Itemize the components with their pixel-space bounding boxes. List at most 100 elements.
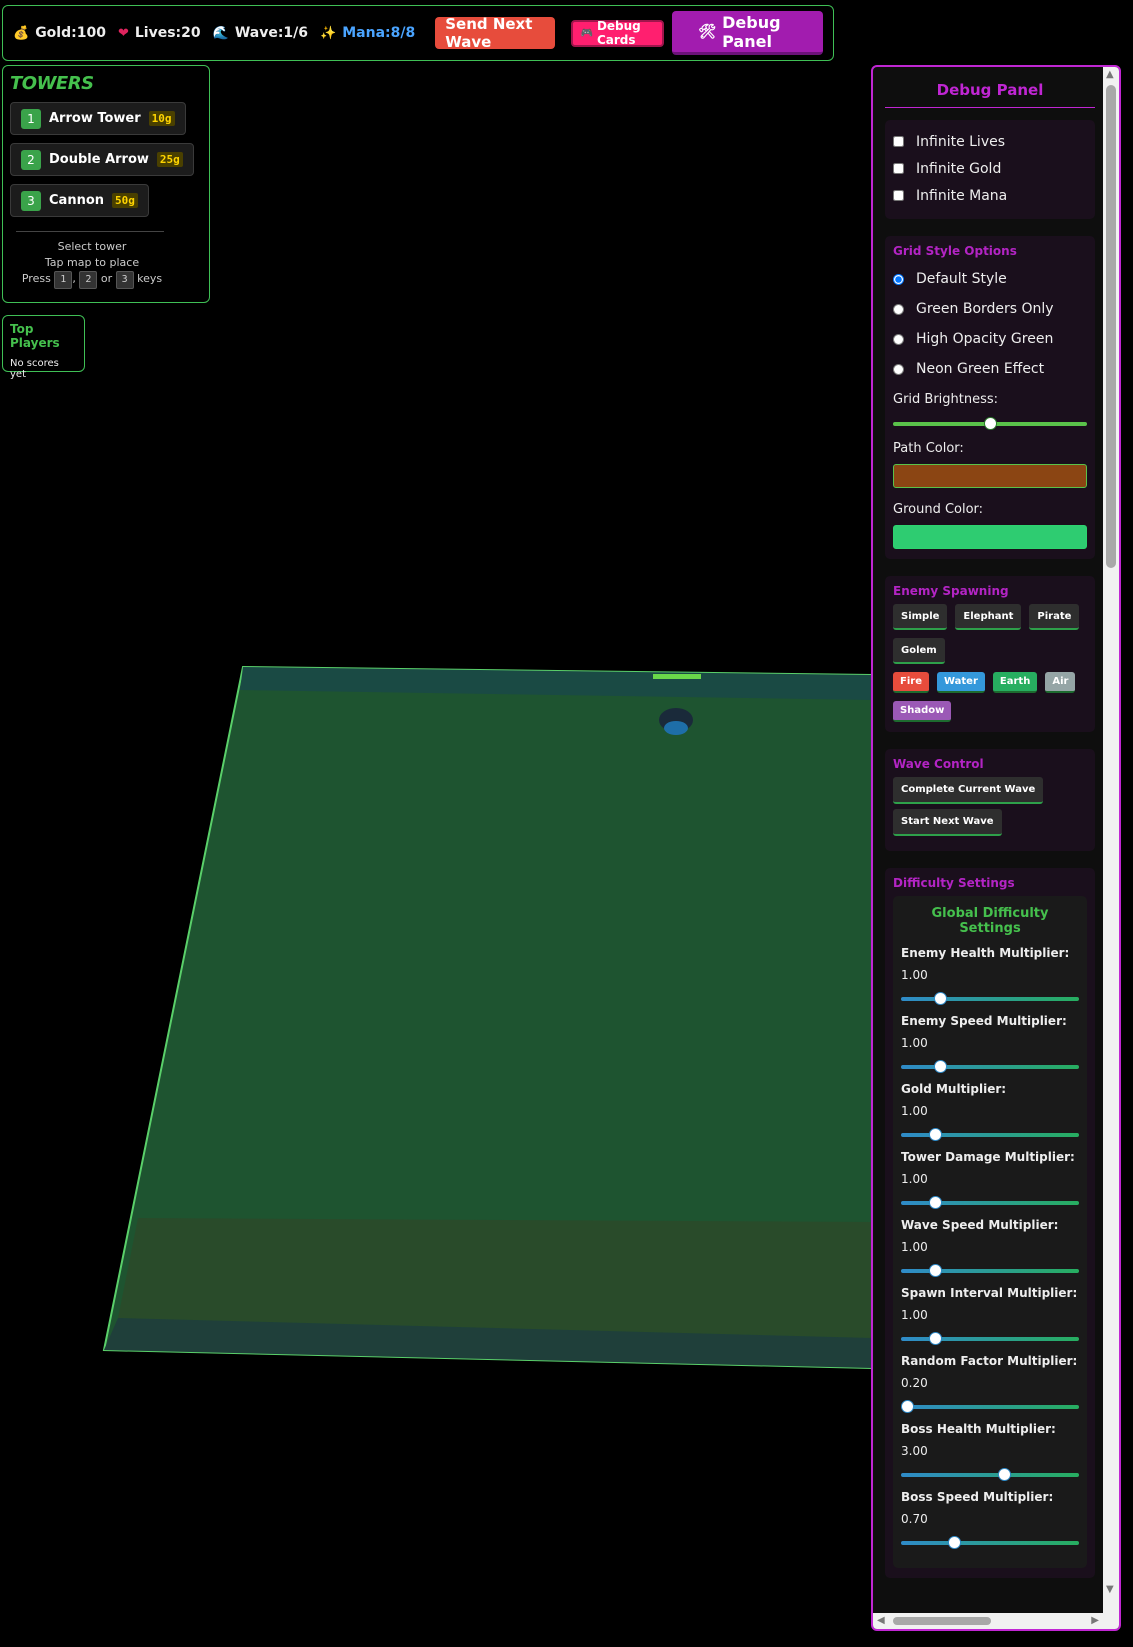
scroll-right-icon[interactable]: ▶: [1091, 1615, 1099, 1626]
slider-thumb[interactable]: [998, 1468, 1012, 1481]
enemy-unit: [659, 708, 693, 732]
radio-label: Default Style: [916, 271, 1007, 287]
grid-style-green-borders-radio[interactable]: Green Borders Only: [893, 294, 1087, 324]
slider-thumb[interactable]: [928, 1196, 942, 1209]
slider-thumb[interactable]: [928, 1128, 942, 1141]
multiplier-row: Enemy Health Multiplier: 1.00: [901, 946, 1079, 1008]
sparkle-icon: ✨: [320, 25, 337, 41]
scroll-down-icon[interactable]: ▼: [1106, 1584, 1114, 1595]
checkbox-label: Infinite Lives: [916, 133, 1006, 150]
start-next-wave-button[interactable]: Start Next Wave: [893, 809, 1002, 836]
debug-panel-button[interactable]: 🛠 Debug Panel: [672, 11, 823, 55]
kbd-key: 1: [54, 271, 73, 289]
help-press: Press: [21, 272, 51, 285]
multiplier-value: 1.00: [901, 1104, 928, 1118]
slider-thumb[interactable]: [934, 992, 948, 1005]
scrollbar-thumb[interactable]: [1106, 85, 1116, 568]
grid-style-default-radio[interactable]: Default Style: [893, 264, 1087, 294]
debug-cards-label: Debug Cards: [596, 19, 641, 47]
path-color-picker[interactable]: [893, 464, 1087, 488]
slider-thumb[interactable]: [901, 1400, 914, 1413]
towers-panel: TOWERS 1 Arrow Tower 10g 2 Double Arrow …: [2, 65, 210, 303]
multiplier-label: Wave Speed Multiplier:: [901, 1218, 1059, 1232]
path-strip-bottom: [118, 1218, 872, 1338]
slider-thumb[interactable]: [948, 1536, 962, 1549]
help-keys-word: keys: [137, 272, 163, 285]
slider-track: [901, 1541, 1079, 1545]
slider-thumb[interactable]: [984, 417, 997, 430]
infinite-lives-checkbox[interactable]: Infinite Lives: [893, 128, 1087, 155]
grid-style-high-opacity-radio[interactable]: High Opacity Green: [893, 324, 1087, 354]
spawn-elephant-button[interactable]: Elephant: [955, 604, 1022, 630]
complete-wave-button[interactable]: Complete Current Wave: [893, 777, 1044, 804]
global-difficulty-box: Global Difficulty Settings Enemy Health …: [893, 896, 1087, 1568]
ground-color-picker[interactable]: [893, 525, 1087, 549]
multiplier-label: Random Factor Multiplier:: [901, 1354, 1078, 1368]
send-next-wave-button[interactable]: Send Next Wave: [435, 15, 555, 51]
spawn-golem-button[interactable]: Golem: [893, 638, 945, 664]
grid-brightness-label: Grid Brightness:: [893, 392, 999, 407]
grid-brightness-slider[interactable]: [893, 413, 1087, 433]
help-select: Select tower: [57, 240, 127, 253]
multiplier-row: Boss Health Multiplier: 3.00: [901, 1422, 1079, 1484]
multiplier-row: Boss Speed Multiplier: 0.70: [901, 1490, 1079, 1552]
spawn-shadow-button[interactable]: Shadow: [893, 701, 952, 722]
scroll-left-icon[interactable]: ◀: [877, 1615, 885, 1626]
multiplier-value: 3.00: [901, 1444, 928, 1458]
multiplier-value: 1.00: [901, 968, 928, 982]
wave-text: Wave:1/6: [234, 25, 309, 41]
spawn-water-button[interactable]: Water: [936, 672, 985, 693]
multiplier-slider[interactable]: [901, 1056, 1079, 1076]
grid-style-neon-radio[interactable]: Neon Green Effect: [893, 354, 1087, 384]
multiplier-slider[interactable]: [901, 1464, 1079, 1484]
gold-stat: 💰 Gold:100: [13, 25, 106, 41]
multiplier-slider[interactable]: [901, 1328, 1079, 1348]
ground-color-label: Ground Color:: [893, 502, 984, 517]
vertical-scrollbar[interactable]: ▲ ▼: [1103, 67, 1119, 1613]
enemy-type-buttons: Simple Elephant Pirate Golem: [893, 604, 1087, 664]
debug-panel-content: Debug Panel Infinite Lives Infinite Gold…: [873, 67, 1103, 1613]
tower-cannon[interactable]: 3 Cannon 50g: [10, 184, 149, 217]
tower-double-arrow[interactable]: 2 Double Arrow 25g: [10, 143, 194, 176]
slider-thumb[interactable]: [928, 1264, 942, 1277]
scroll-up-icon[interactable]: ▲: [1106, 69, 1114, 80]
spawn-fire-button[interactable]: Fire: [893, 672, 929, 693]
slider-track: [901, 1065, 1079, 1069]
multiplier-slider[interactable]: [901, 1260, 1079, 1280]
path-color-label: Path Color:: [893, 441, 964, 456]
towers-help: Select tower Tap map to place Press 1, 2…: [10, 239, 174, 289]
help-keys: Press 1, 2 or 3 keys: [10, 271, 174, 289]
slider-track: [901, 1405, 1079, 1409]
multiplier-slider[interactable]: [901, 1532, 1079, 1552]
slider-thumb[interactable]: [928, 1332, 942, 1345]
infinite-mana-checkbox[interactable]: Infinite Mana: [893, 182, 1087, 209]
spawn-air-button[interactable]: Air: [1045, 672, 1076, 693]
slider-track: [901, 1337, 1079, 1341]
tower-key: 3: [21, 190, 41, 211]
wave-stat: 🌊 Wave:1/6: [213, 25, 308, 41]
grid-style-heading: Grid Style Options: [893, 244, 1017, 258]
horizontal-scrollbar[interactable]: ◀ ▶: [873, 1613, 1119, 1629]
multiplier-slider[interactable]: [901, 988, 1079, 1008]
cheats-section: Infinite Lives Infinite Gold Infinite Ma…: [885, 120, 1095, 219]
multiplier-value: 0.20: [901, 1376, 928, 1390]
divider: [16, 231, 164, 232]
infinite-gold-checkbox[interactable]: Infinite Gold: [893, 155, 1087, 182]
multiplier-slider[interactable]: [901, 1396, 1079, 1416]
lives-text: Lives:20: [134, 25, 201, 41]
slider-track: [901, 1473, 1079, 1477]
help-or: or: [100, 272, 113, 285]
spawn-pirate-button[interactable]: Pirate: [1029, 604, 1080, 630]
multiplier-slider[interactable]: [901, 1192, 1079, 1212]
multiplier-label: Gold Multiplier:: [901, 1082, 1007, 1096]
scrollbar-thumb[interactable]: [893, 1617, 991, 1625]
multiplier-label: Tower Damage Multiplier:: [901, 1150, 1075, 1164]
debug-cards-button[interactable]: 🎮 Debug Cards: [570, 19, 665, 47]
multiplier-slider[interactable]: [901, 1124, 1079, 1144]
slider-thumb[interactable]: [934, 1060, 948, 1073]
tower-arrow[interactable]: 1 Arrow Tower 10g: [10, 102, 186, 135]
spawn-earth-button[interactable]: Earth: [992, 672, 1038, 693]
wave-control-heading: Wave Control: [893, 757, 984, 771]
enemy-spawning-heading: Enemy Spawning: [893, 584, 1009, 598]
spawn-simple-button[interactable]: Simple: [893, 604, 948, 630]
